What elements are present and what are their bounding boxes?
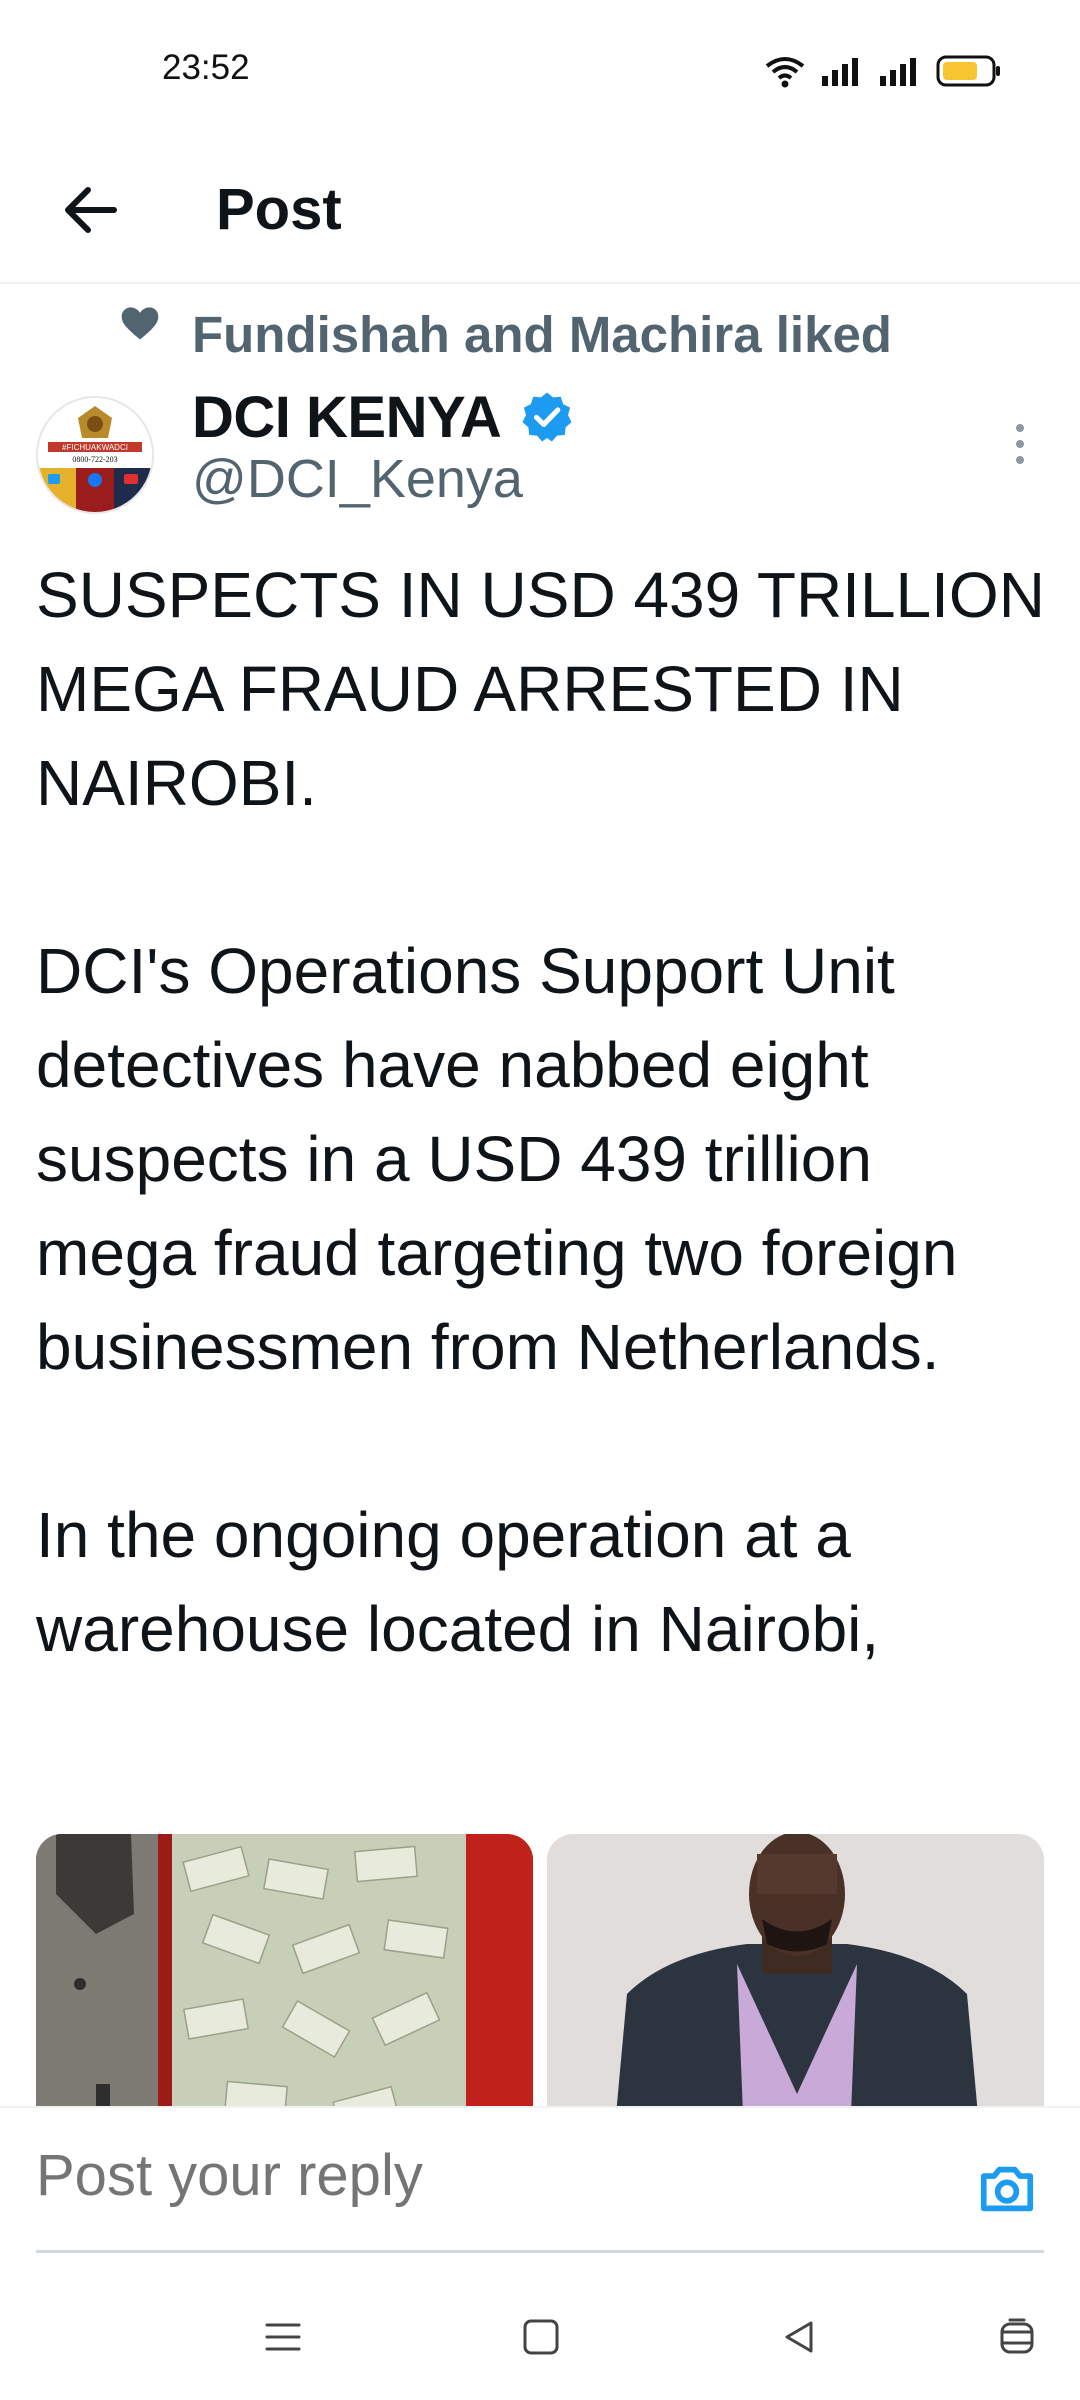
post-text: SUSPECTS IN USD 439 TRILLION MEGA FRAUD … <box>36 548 1046 1676</box>
author-name: DCI KENYA <box>192 384 502 450</box>
status-icons <box>764 48 1002 94</box>
system-nav-bar <box>0 2280 1080 2400</box>
assistant-icon <box>1000 2318 1034 2354</box>
media-grid <box>36 1834 1044 2106</box>
page-title: Post <box>216 177 342 242</box>
reply-input[interactable] <box>36 2142 816 2209</box>
post-paragraph: SUSPECTS IN USD 439 TRILLION MEGA FRAUD … <box>36 559 1045 819</box>
avatar[interactable]: #FICHUAKWADCI 0800-722-203 <box>36 396 154 514</box>
back-button[interactable] <box>52 172 128 248</box>
more-options-button[interactable] <box>1000 414 1040 474</box>
author-handle[interactable]: @DCI_Kenya <box>192 448 523 510</box>
media-photo-money[interactable] <box>36 1834 533 2106</box>
signal-icon <box>822 58 858 86</box>
social-context[interactable]: Fundishah and Machira liked <box>118 303 892 365</box>
menu-button[interactable] <box>256 2310 310 2364</box>
camera-icon <box>980 2166 1034 2212</box>
verified-badge-icon <box>522 392 572 442</box>
heart-icon <box>121 307 159 340</box>
social-context-text: Fundishah and Machira liked <box>192 305 892 363</box>
media-photo-suspect[interactable] <box>547 1834 1044 2106</box>
post-paragraph: DCI's Operations Support Unit detectives… <box>36 935 958 1383</box>
signal-icon-2 <box>880 58 916 86</box>
top-bar: Post <box>0 140 1080 284</box>
square-icon <box>523 2319 559 2355</box>
battery-icon <box>936 55 1000 87</box>
camera-button[interactable] <box>976 2158 1038 2220</box>
avatar-hashtag: #FICHUAKWADCI <box>62 443 128 452</box>
assistant-button[interactable] <box>990 2310 1044 2364</box>
photo-suspect-image <box>547 1834 1044 2106</box>
photo-money-image <box>36 1834 533 2106</box>
menu-icon <box>265 2323 301 2351</box>
triangle-back-icon <box>785 2321 813 2353</box>
status-bar: 23:52 <box>0 0 1080 140</box>
arrow-left-icon <box>65 187 117 233</box>
wifi-icon <box>765 57 805 88</box>
reply-bar <box>0 2106 1080 2256</box>
more-vertical-icon <box>1016 424 1024 464</box>
dci-logo-icon: #FICHUAKWADCI 0800-722-203 <box>38 398 152 512</box>
author-name-row[interactable]: DCI KENYA <box>192 378 575 456</box>
back-nav-button[interactable] <box>772 2310 826 2364</box>
reply-underline <box>36 2250 1044 2253</box>
status-time: 23:52 <box>162 48 250 87</box>
post-paragraph: In the ongoing operation at a warehouse … <box>36 1499 880 1665</box>
home-button[interactable] <box>514 2310 568 2364</box>
avatar-phone: 0800-722-203 <box>72 455 117 464</box>
